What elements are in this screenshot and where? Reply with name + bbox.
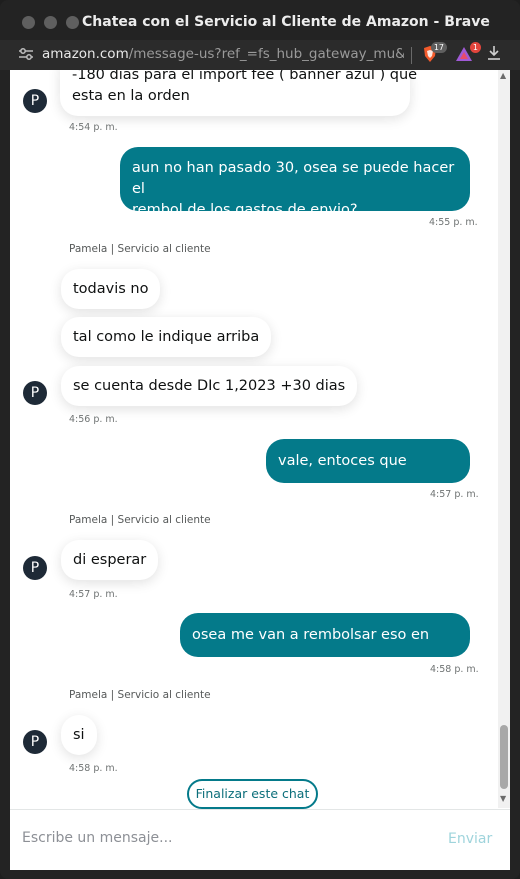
user-message-bubble: osea me van a rembolsar eso en enero? bbox=[180, 613, 470, 687]
message-composer: Enviar bbox=[10, 809, 510, 870]
url-path: /message-us?ref_=fs_hub_gateway_mu&a... bbox=[128, 46, 404, 62]
rewards-count-badge: 1 bbox=[469, 42, 481, 53]
url-host: amazon.com bbox=[42, 46, 129, 62]
message-input[interactable] bbox=[22, 820, 422, 856]
maximize-window-button[interactable] bbox=[66, 16, 79, 29]
scrollbar-thumb[interactable] bbox=[500, 725, 508, 789]
agent-avatar: P bbox=[23, 730, 47, 754]
message-text-line: esta en la orden bbox=[72, 88, 190, 104]
window-title: Chatea con el Servicio al Cliente de Ama… bbox=[82, 14, 490, 30]
brave-shields-icon[interactable]: 17 bbox=[421, 42, 447, 63]
chat-page: -180 dias para el import fee ( banner az… bbox=[10, 70, 510, 870]
sender-label: Pamela | Servicio al cliente bbox=[69, 243, 211, 255]
close-window-button[interactable] bbox=[22, 16, 35, 29]
message-timestamp: 4:57 p. m. bbox=[430, 489, 479, 500]
shields-count-badge: 17 bbox=[430, 42, 447, 53]
message-text: vale, entoces que prosigue bbox=[278, 453, 407, 513]
address-bar-divider bbox=[411, 47, 412, 64]
message-text: se cuenta desde DIc 1,2023 +30 dias bbox=[73, 378, 346, 394]
agent-avatar: P bbox=[23, 381, 47, 405]
agent-message-bubble: se cuenta desde DIc 1,2023 +30 dias bbox=[61, 366, 358, 406]
agent-message-bubble: todavis no bbox=[61, 269, 161, 309]
download-icon[interactable] bbox=[487, 45, 501, 65]
end-chat-button[interactable]: Finalizar este chat bbox=[187, 779, 318, 809]
message-timestamp: 4:56 p. m. bbox=[69, 414, 118, 425]
site-settings-icon[interactable] bbox=[18, 47, 34, 61]
browser-window: Chatea con el Servicio al Cliente de Ama… bbox=[0, 0, 520, 879]
url-text[interactable]: amazon.com/message-us?ref_=fs_hub_gatewa… bbox=[42, 46, 404, 62]
message-text: si bbox=[73, 727, 85, 743]
brave-rewards-icon[interactable]: 1 bbox=[455, 42, 481, 63]
message-timestamp: 4:57 p. m. bbox=[69, 589, 118, 600]
chat-scrollbar[interactable]: ▲ ▼ bbox=[498, 70, 510, 808]
sender-label: Pamela | Servicio al cliente bbox=[69, 689, 211, 701]
message-text-line: aun no han pasado 30, osea se puede hace… bbox=[132, 160, 455, 197]
message-text-line: rembol de los gastos de envio? bbox=[132, 202, 358, 218]
message-timestamp: 4:55 p. m. bbox=[429, 217, 478, 228]
send-button[interactable]: Enviar bbox=[448, 831, 492, 847]
message-timestamp: 4:58 p. m. bbox=[430, 664, 479, 675]
message-text: todavis no bbox=[73, 281, 149, 297]
message-text: tal como le indique arriba bbox=[73, 329, 260, 345]
scroll-down-arrow-icon[interactable]: ▼ bbox=[500, 794, 506, 803]
minimize-window-button[interactable] bbox=[44, 16, 57, 29]
sender-label: Pamela | Servicio al cliente bbox=[69, 514, 211, 526]
agent-message-bubble: di esperar bbox=[61, 540, 159, 580]
title-bar: Chatea con el Servicio al Cliente de Ama… bbox=[0, 0, 520, 44]
agent-message-bubble: si bbox=[61, 715, 97, 755]
scroll-up-arrow-icon[interactable]: ▲ bbox=[500, 71, 506, 80]
address-bar[interactable]: amazon.com/message-us?ref_=fs_hub_gatewa… bbox=[0, 40, 520, 70]
agent-avatar: P bbox=[23, 89, 47, 113]
message-text: osea me van a rembolsar eso en enero? bbox=[192, 627, 430, 687]
agent-message-bubble: tal como le indique arriba bbox=[61, 317, 272, 357]
agent-message-bubble: -180 dias para el import fee ( banner az… bbox=[60, 70, 418, 116]
message-timestamp: 4:58 p. m. bbox=[69, 763, 118, 774]
user-message-bubble: aun no han pasado 30, osea se puede hace… bbox=[120, 147, 470, 218]
message-timestamp: 4:54 p. m. bbox=[69, 122, 118, 133]
message-text: di esperar bbox=[73, 552, 147, 568]
message-text-line: -180 dias para el import fee ( banner az… bbox=[72, 70, 418, 83]
agent-avatar: P bbox=[23, 556, 47, 580]
user-message-bubble: vale, entoces que prosigue bbox=[266, 439, 470, 513]
